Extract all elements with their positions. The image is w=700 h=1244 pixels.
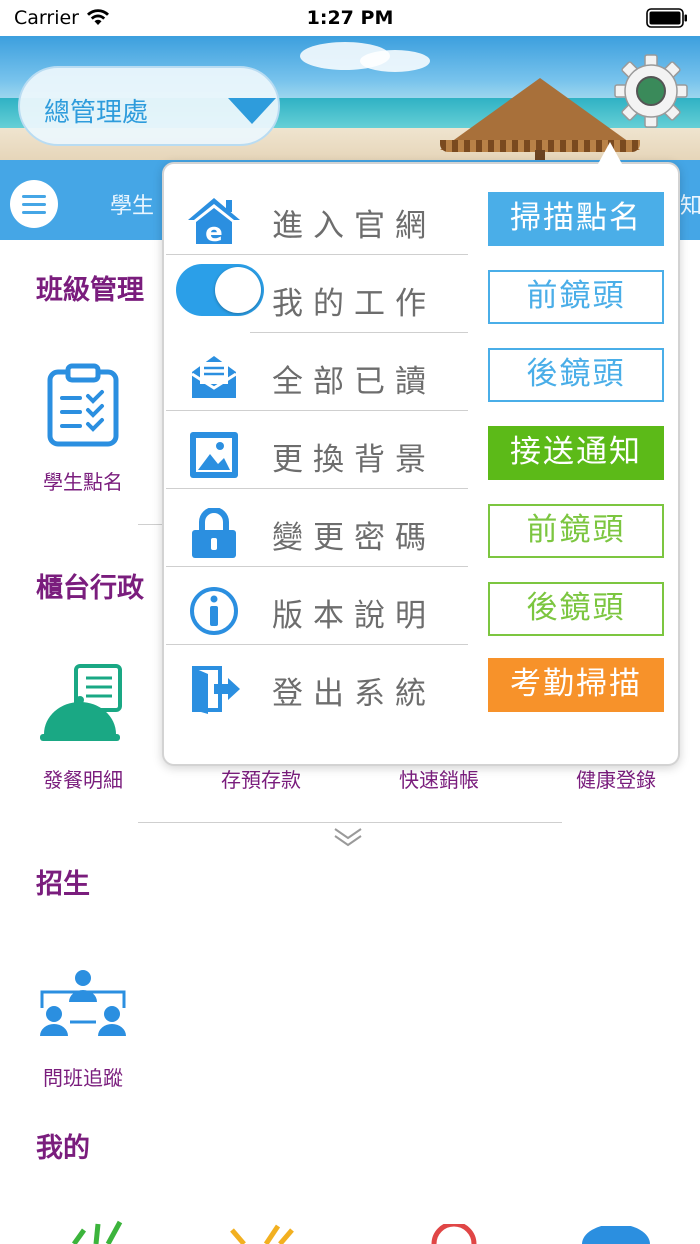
menu-item-logout[interactable]: 登出系統 xyxy=(164,650,468,726)
menu-item-change-background[interactable]: 更換背景 xyxy=(164,416,468,492)
menu-item-label: 更換背景 xyxy=(272,442,436,478)
org-chart-people-icon[interactable] xyxy=(38,968,128,1038)
svg-text:e: e xyxy=(205,218,223,246)
org-selector-label: 總管理處 xyxy=(44,98,149,128)
menu-item-label: 版本說明 xyxy=(272,598,436,634)
popup-caret xyxy=(598,142,622,164)
settings-gear-icon[interactable] xyxy=(612,52,690,130)
section-title-mine: 我的 xyxy=(36,1133,90,1164)
tile-label-meal-details[interactable]: 發餐明細 xyxy=(0,764,173,793)
meal-cloche-icon[interactable] xyxy=(38,664,128,744)
menu-item-version-info[interactable]: 版本說明 xyxy=(164,572,468,648)
battery-icon xyxy=(646,8,687,28)
partial-tile-icon[interactable] xyxy=(580,1226,652,1244)
mail-open-icon xyxy=(191,356,237,398)
partial-tile-icon[interactable] xyxy=(64,1218,128,1244)
menu-divider xyxy=(166,488,468,489)
scan-rollcall-button[interactable]: 掃描點名 xyxy=(488,192,664,246)
status-time: 1:27 PM xyxy=(306,7,394,29)
info-icon xyxy=(190,587,238,635)
pickup-notice-button[interactable]: 接送通知 xyxy=(488,426,664,480)
menu-divider xyxy=(166,254,468,255)
menu-item-label: 全部已讀 xyxy=(272,364,436,400)
menu-item-label: 登出系統 xyxy=(272,676,436,712)
dropdown-arrow-icon xyxy=(228,98,276,124)
tile-label-student-rollcall[interactable]: 學生點名 xyxy=(0,466,173,495)
menu-divider xyxy=(250,332,468,333)
website-home-icon: e xyxy=(188,198,240,246)
menu-divider xyxy=(166,566,468,567)
settings-popup-menu: e 進入官網 我的工作 全部已讀 更換背景 變更密碼 版本說明 登出系統 掃描點… xyxy=(162,162,680,766)
status-bar: Carrier 1:27 PM xyxy=(0,0,700,36)
menu-item-mark-all-read[interactable]: 全部已讀 xyxy=(164,338,468,414)
menu-item-change-password[interactable]: 變更密碼 xyxy=(164,494,468,570)
menu-item-label: 進入官網 xyxy=(272,208,436,244)
toggle-knob xyxy=(215,267,261,313)
my-work-toggle-switch[interactable] xyxy=(176,264,264,316)
pickup-back-camera-button[interactable]: 後鏡頭 xyxy=(488,582,664,636)
tile-label-prepaid-deposit[interactable]: 存預存款 xyxy=(171,764,351,793)
section-title-front-desk: 櫃台行政 xyxy=(36,573,144,604)
partial-tile-icon[interactable] xyxy=(226,1222,298,1244)
menu-item-label: 我的工作 xyxy=(272,286,436,322)
nav-tab-students[interactable]: 學生 xyxy=(110,188,154,220)
rollcall-back-camera-button[interactable]: 後鏡頭 xyxy=(488,348,664,402)
partial-tile-icon[interactable] xyxy=(430,1224,478,1244)
section-title-enrollment: 招生 xyxy=(36,869,90,900)
rollcall-front-camera-button[interactable]: 前鏡頭 xyxy=(488,270,664,324)
chevron-double-down-icon[interactable] xyxy=(332,826,364,848)
logout-door-icon xyxy=(192,666,240,714)
clipboard-checklist-icon[interactable] xyxy=(44,362,122,448)
menu-item-official-site[interactable]: e 進入官網 xyxy=(164,182,468,258)
tile-label-class-inquiry[interactable]: 問班追蹤 xyxy=(0,1062,173,1091)
attendance-scan-button[interactable]: 考勤掃描 xyxy=(488,658,664,712)
tile-label-quick-writeoff[interactable]: 快速銷帳 xyxy=(349,764,529,793)
section-divider xyxy=(138,822,562,823)
menu-item-label: 變更密碼 xyxy=(272,520,436,556)
lock-icon xyxy=(192,508,236,558)
hamburger-menu-icon[interactable] xyxy=(10,180,58,228)
nav-tab-notice[interactable]: 知 xyxy=(680,188,700,220)
section-title-class-management: 班級管理 xyxy=(36,275,144,306)
image-icon xyxy=(190,432,238,478)
pickup-front-camera-button[interactable]: 前鏡頭 xyxy=(488,504,664,558)
menu-divider xyxy=(166,644,468,645)
menu-divider xyxy=(166,410,468,411)
org-selector-dropdown[interactable]: 總管理處 xyxy=(18,66,280,146)
tile-label-health-record[interactable]: 健康登錄 xyxy=(526,764,700,793)
